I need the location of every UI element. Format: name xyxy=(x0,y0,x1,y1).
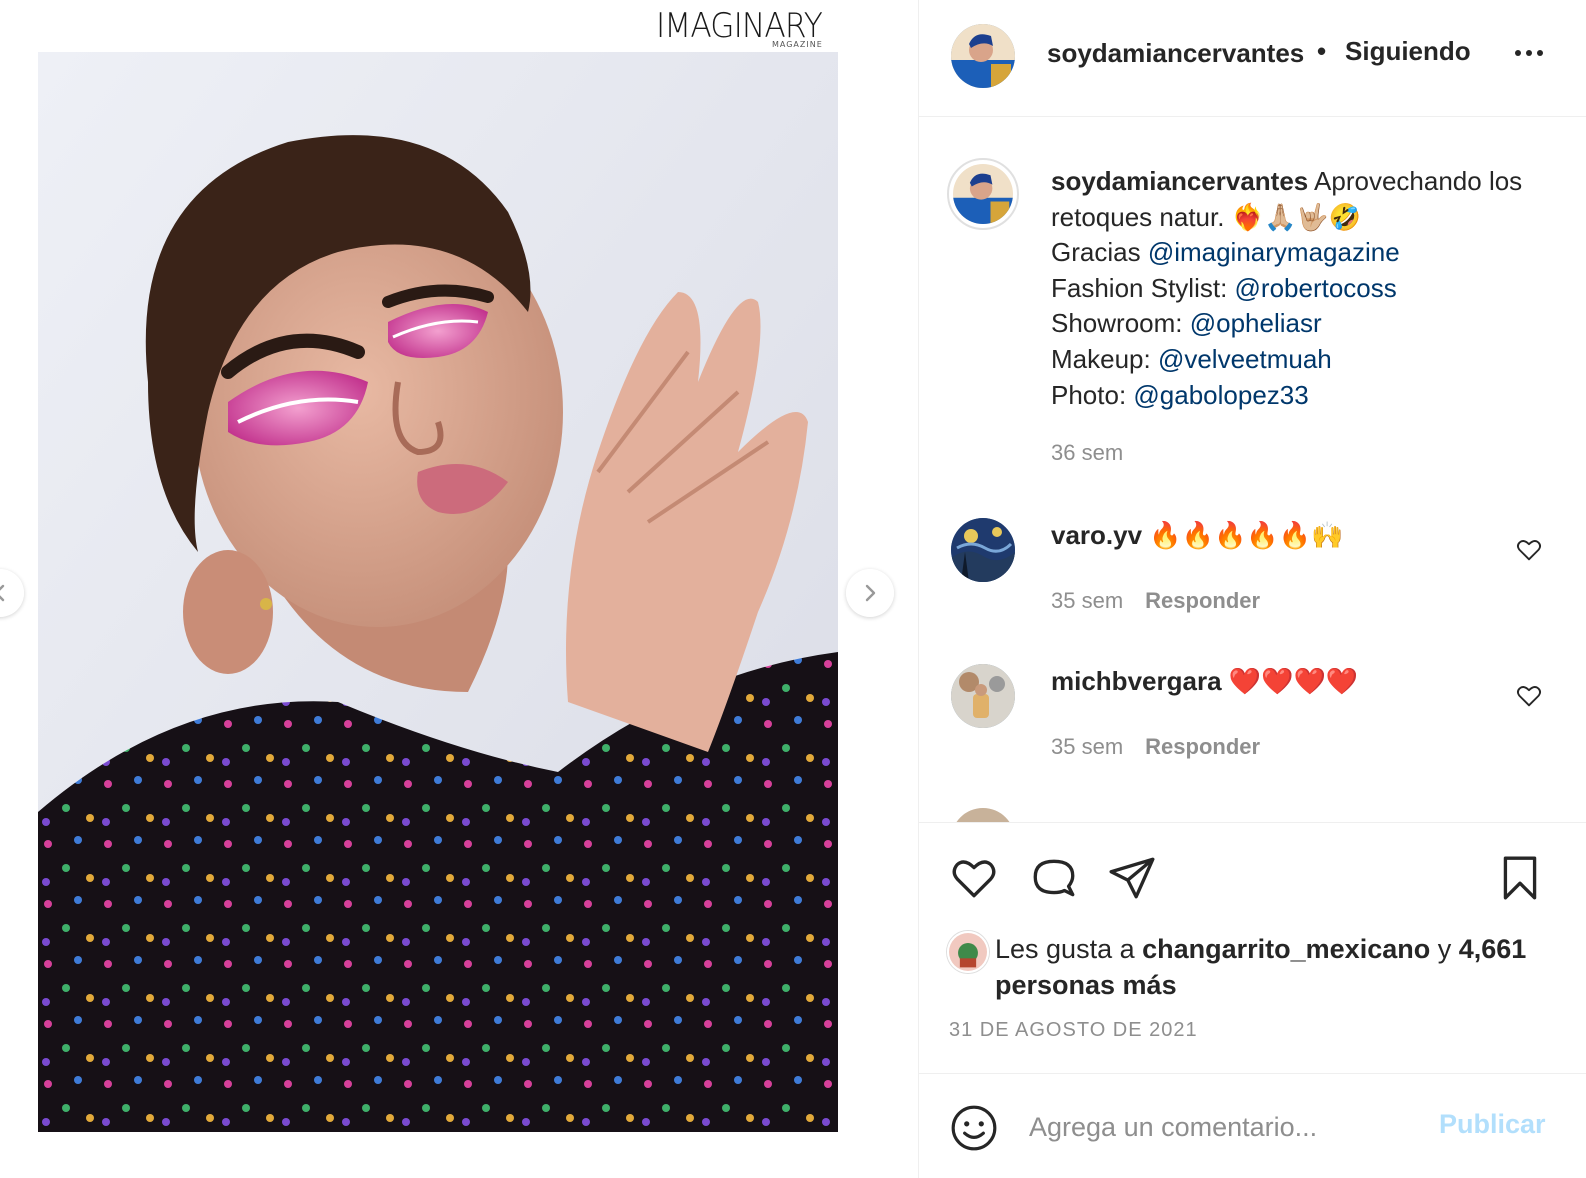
header-separator: • xyxy=(1317,36,1327,66)
likes-summary: Les gusta a changarrito_mexicano y 4,661… xyxy=(995,931,1555,1003)
mention-link[interactable]: @imaginarymagazine xyxy=(1148,237,1400,267)
emoji-button[interactable] xyxy=(949,1103,999,1153)
comment-button[interactable] xyxy=(1029,853,1079,903)
heart-icon xyxy=(1516,686,1542,707)
share-icon xyxy=(1109,857,1155,899)
portrait-illustration xyxy=(38,52,838,1132)
previous-photo-button[interactable] xyxy=(0,569,24,617)
author-username[interactable]: soydamiancervantes xyxy=(1047,38,1315,69)
likes-middle: y xyxy=(1430,934,1459,964)
caption-gracias-label: Gracias xyxy=(1051,237,1148,268)
next-photo-button[interactable] xyxy=(846,569,894,617)
caption-author-avatar[interactable] xyxy=(947,158,1019,230)
caption-timestamp[interactable]: 36 sem xyxy=(1051,440,1123,466)
liker-username[interactable]: changarrito_mexicano xyxy=(1142,934,1430,964)
chevron-left-icon xyxy=(0,584,5,602)
comment-username[interactable]: varo.yv xyxy=(1051,520,1142,550)
bookmark-icon xyxy=(1503,856,1537,900)
magazine-logo-sub: MAGAZINE xyxy=(772,40,823,49)
caption-stylist-label: Fashion Stylist: xyxy=(1051,272,1235,303)
mention-link[interactable]: @gabolopez33 xyxy=(1133,380,1308,410)
post-media: IMAGINARY MAGAZINE xyxy=(0,0,918,1178)
commenter-avatar[interactable] xyxy=(951,518,1015,582)
comment-time[interactable]: 35 sem xyxy=(1051,588,1123,613)
comment-item: michbvergara ❤️❤️❤️❤️ 35 sem Responder xyxy=(919,664,1586,794)
comment-like-button[interactable] xyxy=(1515,536,1543,564)
commenter-avatar[interactable] xyxy=(951,664,1015,728)
emoji-icon xyxy=(951,1105,997,1151)
comment-username[interactable]: michbvergara xyxy=(1051,666,1222,696)
comment-input[interactable] xyxy=(1029,1105,1419,1149)
post-details-panel: soydamiancervantes • Siguiendo soydamian… xyxy=(918,0,1586,1178)
heart-icon xyxy=(1516,540,1542,561)
caption-showroom-label: Showroom: xyxy=(1051,308,1190,339)
comment-text: 🔥🔥🔥🔥🔥🙌 xyxy=(1149,520,1344,550)
caption-photo-label: Photo: xyxy=(1051,379,1134,410)
more-icon xyxy=(1515,50,1521,56)
author-avatar[interactable] xyxy=(951,24,1015,88)
mention-link[interactable]: @robertocoss xyxy=(1235,273,1397,303)
following-button[interactable]: Siguiendo xyxy=(1345,36,1471,67)
post-caption: soydamiancervantes Aprovechando los reto… xyxy=(1051,164,1561,413)
comments-list[interactable]: soydamiancervantes Aprovechando los reto… xyxy=(919,118,1586,822)
mention-link[interactable]: @velveetmuah xyxy=(1158,344,1332,374)
post-header: soydamiancervantes • Siguiendo xyxy=(919,0,1586,117)
publish-button[interactable]: Publicar xyxy=(1439,1109,1546,1140)
comment-like-button[interactable] xyxy=(1515,682,1543,710)
post-photo[interactable] xyxy=(38,52,838,1132)
liker-avatar[interactable] xyxy=(947,931,989,973)
caption-makeup-label: Makeup: xyxy=(1051,343,1158,374)
share-button[interactable] xyxy=(1107,853,1157,903)
chevron-right-icon xyxy=(865,584,876,602)
heart-icon xyxy=(952,860,996,898)
comment-time[interactable]: 35 sem xyxy=(1051,734,1123,759)
like-button[interactable] xyxy=(949,853,999,903)
more-options-button[interactable] xyxy=(1509,38,1549,68)
comment-item: varo.yv 🔥🔥🔥🔥🔥🙌 35 sem Responder xyxy=(919,518,1586,648)
caption-username[interactable]: soydamiancervantes xyxy=(1051,166,1308,196)
comment-icon xyxy=(1033,859,1075,897)
mention-link[interactable]: @opheliasr xyxy=(1190,308,1322,338)
reply-button[interactable]: Responder xyxy=(1145,588,1260,613)
post-date[interactable]: 31 DE AGOSTO DE 2021 xyxy=(949,1019,1198,1042)
post-actions: Les gusta a changarrito_mexicano y 4,661… xyxy=(919,822,1586,1074)
add-comment-bar: Publicar xyxy=(919,1075,1586,1178)
comment-text: ❤️❤️❤️❤️ xyxy=(1228,666,1359,696)
reply-button[interactable]: Responder xyxy=(1145,734,1260,759)
save-button[interactable] xyxy=(1495,853,1545,903)
likes-prefix: Les gusta a xyxy=(995,934,1143,964)
commenter-avatar-partial[interactable] xyxy=(951,808,1015,822)
